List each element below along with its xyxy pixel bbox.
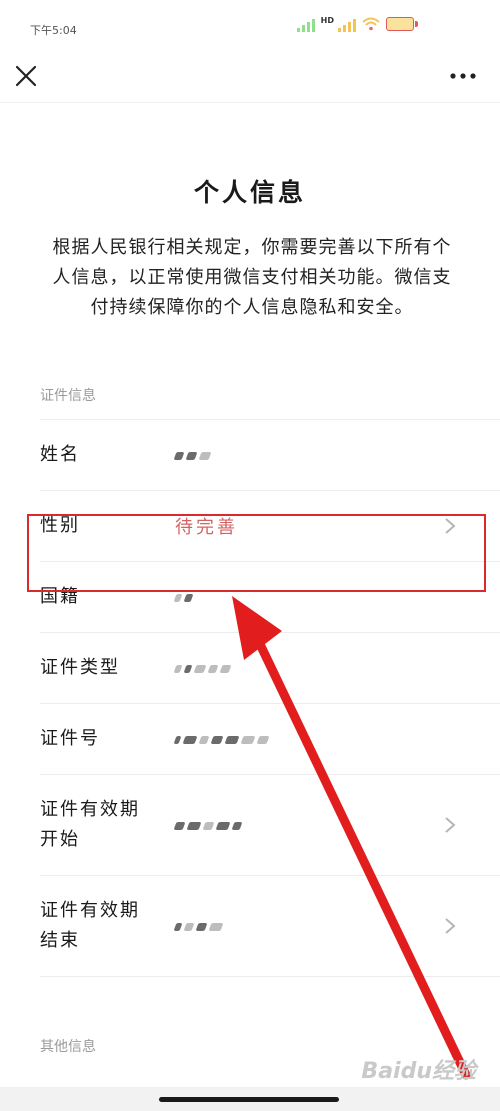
field-label-line2: 结束 — [40, 930, 80, 951]
field-row-id-number[interactable]: 证件号 — [40, 703, 500, 774]
id-info-list: 姓名 性别 待完善 国籍 证件类型 证件号 证件有效期 开始 证件有效期 结束 — [0, 419, 500, 978]
field-value-masked — [173, 815, 460, 836]
field-row-name[interactable]: 姓名 — [40, 419, 500, 490]
battery-icon — [386, 17, 418, 31]
field-label-line1: 证件有效期 — [40, 799, 140, 820]
home-bar — [0, 1087, 500, 1111]
home-indicator[interactable] — [159, 1097, 339, 1102]
watermark: Baidu经验 — [361, 1059, 476, 1084]
field-row-valid-from[interactable]: 证件有效期 开始 — [40, 774, 500, 875]
section-label-id-info: 证件信息 — [40, 388, 96, 404]
masked-value — [173, 658, 234, 673]
list-divider — [40, 976, 500, 978]
network-type-label: HD — [320, 16, 334, 25]
status-time: 下午5:04 — [30, 24, 77, 37]
field-label-line2: 开始 — [40, 829, 80, 850]
wifi-icon — [362, 17, 380, 31]
signal-icon — [296, 16, 315, 32]
field-label: 性别 — [40, 515, 80, 536]
status-bar: 下午5:04 HD — [0, 0, 500, 58]
field-label: 证件有效期 开始 — [40, 795, 175, 855]
chevron-right-icon — [445, 918, 456, 934]
masked-value — [173, 916, 226, 931]
page-title: 个人信息 — [193, 178, 306, 207]
field-label: 国籍 — [40, 586, 80, 607]
more-icon[interactable] — [446, 66, 480, 86]
masked-value — [173, 815, 245, 830]
field-value-masked — [173, 916, 460, 937]
field-label: 姓名 — [40, 444, 80, 465]
field-row-id-type[interactable]: 证件类型 — [40, 632, 500, 703]
close-icon[interactable] — [10, 60, 42, 92]
field-row-nationality[interactable]: 国籍 — [40, 561, 500, 632]
field-label: 证件号 — [40, 728, 100, 749]
field-label-line1: 证件有效期 — [40, 900, 140, 921]
field-value-masked — [173, 445, 460, 466]
field-row-gender[interactable]: 性别 待完善 — [40, 490, 500, 561]
page-description: 根据人民银行相关规定，你需要完善以下所有个人信息，以正常使用微信支付相关功能。微… — [52, 237, 452, 318]
field-value-masked — [173, 587, 460, 608]
signal-icon-2 — [338, 16, 356, 32]
masked-value — [173, 587, 196, 602]
section-label-other-info: 其他信息 — [40, 1039, 96, 1055]
field-label: 证件类型 — [40, 657, 120, 678]
masked-value — [173, 445, 214, 460]
field-row-valid-until[interactable]: 证件有效期 结束 — [40, 875, 500, 976]
masked-value — [173, 729, 272, 744]
field-label: 证件有效期 结束 — [40, 896, 175, 956]
chevron-right-icon — [445, 817, 456, 833]
chevron-right-icon — [445, 518, 456, 534]
nav-bar — [0, 58, 500, 103]
status-icons: HD — [296, 16, 418, 32]
field-value-masked — [173, 658, 460, 679]
field-value-pending: 待完善 — [175, 517, 238, 538]
field-value-masked — [173, 729, 460, 750]
